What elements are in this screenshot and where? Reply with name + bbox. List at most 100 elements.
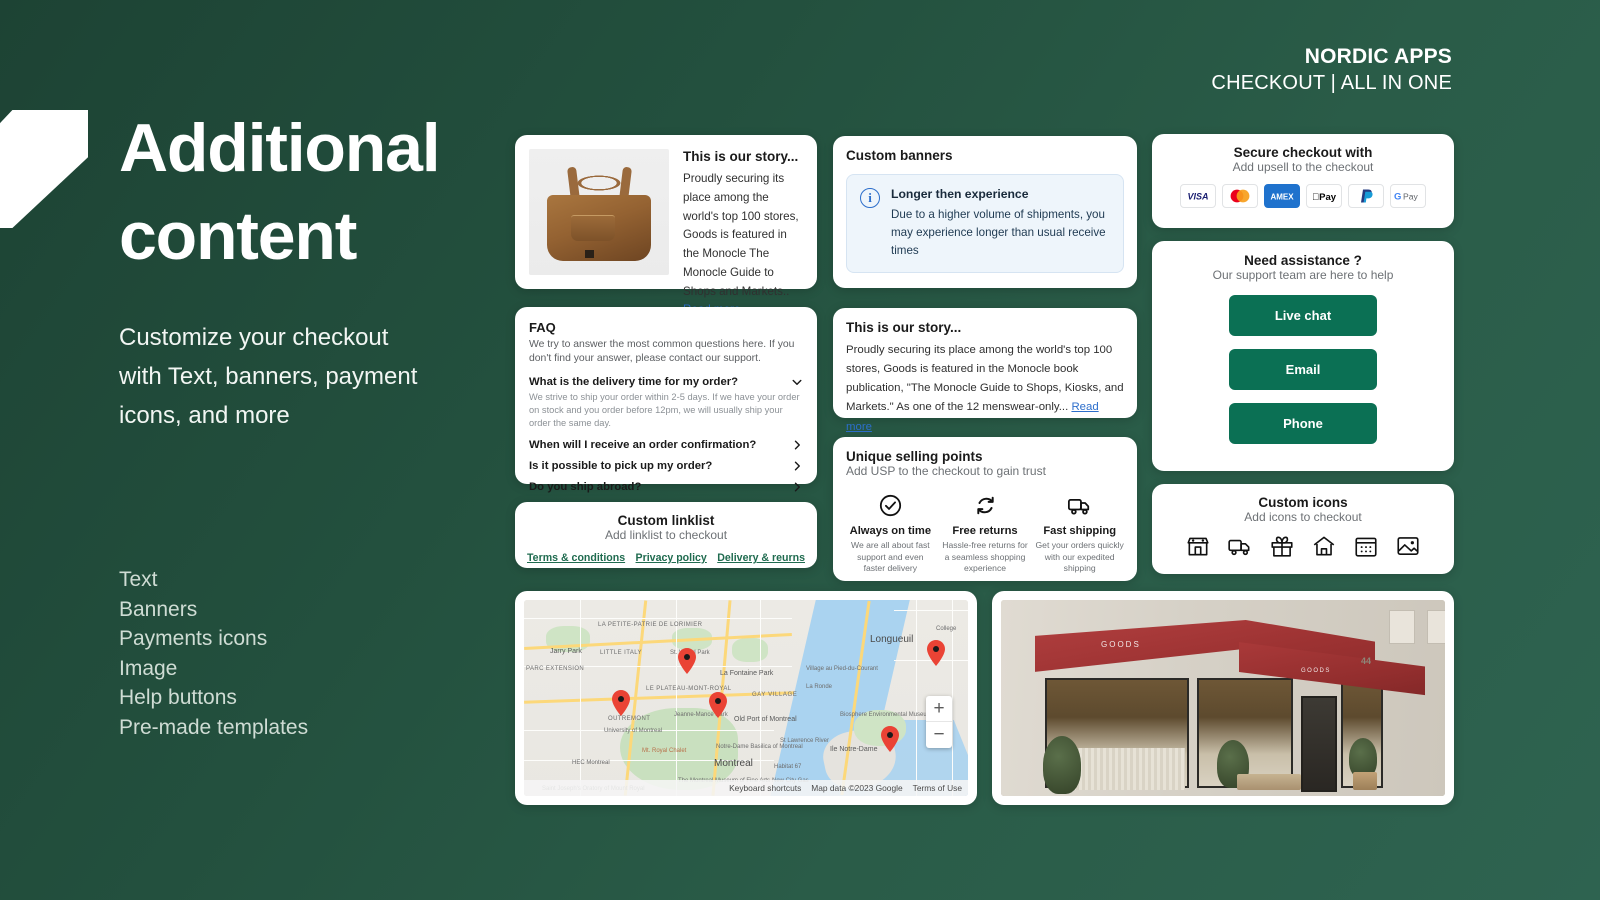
google-pay-icon: G Pay bbox=[1390, 184, 1426, 208]
story-text-body: Proudly securing its place among the wor… bbox=[846, 341, 1124, 437]
payment-title: Secure checkout with bbox=[1233, 145, 1373, 160]
faq-question-2[interactable]: When will I receive an order confirmatio… bbox=[529, 439, 803, 451]
svg-text:VISA: VISA bbox=[1187, 192, 1208, 202]
chevron-right-icon bbox=[791, 460, 803, 472]
visa-icon: VISA bbox=[1180, 184, 1216, 208]
decorative-slash bbox=[0, 110, 88, 228]
amex-icon: AMEX bbox=[1264, 184, 1300, 208]
storefront-card: GOODS GOODS 44 bbox=[992, 591, 1454, 805]
map-zoom-out-button[interactable]: − bbox=[926, 722, 952, 748]
usp-item-desc: Hassle-free returns for a seamless shopp… bbox=[942, 540, 1028, 574]
svg-text:AMEX: AMEX bbox=[1270, 192, 1294, 201]
faq-question-1[interactable]: What is the delivery time for my order? bbox=[529, 376, 803, 388]
feature-item: Text bbox=[119, 568, 158, 591]
link-delivery-returns[interactable]: Delivery & reurns bbox=[717, 552, 805, 564]
feature-item: Banners bbox=[119, 597, 198, 621]
brand-block: NORDIC APPS CHECKOUT | ALL IN ONE bbox=[1211, 44, 1452, 96]
faq-question-label: When will I receive an order confirmatio… bbox=[529, 439, 757, 452]
truck-icon[interactable] bbox=[1227, 533, 1253, 559]
keyboard-shortcuts-link[interactable]: Keyboard shortcuts bbox=[729, 783, 801, 793]
phone-button[interactable]: Phone bbox=[1229, 403, 1377, 444]
linklist-title: Custom linklist bbox=[617, 513, 715, 528]
feature-item: Payments icons bbox=[119, 627, 268, 650]
chevron-down-icon bbox=[791, 376, 803, 388]
story-text-card: This is our story... Proudly securing it… bbox=[833, 308, 1137, 433]
banners-card: Custom banners i Longer then experience … bbox=[833, 136, 1137, 288]
map-pin[interactable] bbox=[612, 690, 630, 716]
hero-subhead: Customize your checkout with Text, banne… bbox=[119, 323, 418, 429]
usp-item-desc: Get your orders quickly with our expedit… bbox=[1035, 540, 1124, 574]
story-title: This is our story... bbox=[683, 149, 799, 164]
chevron-right-icon bbox=[791, 439, 803, 451]
map-pin[interactable] bbox=[927, 640, 945, 666]
banner-heading: Longer then experience bbox=[891, 187, 1029, 201]
story-body-text: Proudly securing its place among the wor… bbox=[683, 172, 799, 298]
chevron-right-icon bbox=[791, 481, 803, 493]
map-viewport[interactable]: LA PETITE-PATRIE DE LORIMIER Jarry Park … bbox=[524, 600, 968, 796]
usp-item-title: Fast shipping bbox=[1043, 525, 1117, 537]
info-icon: i bbox=[860, 188, 880, 208]
feature-list: Text Banners Payments icons Image Help b… bbox=[119, 565, 308, 742]
link-privacy-policy[interactable]: Privacy policy bbox=[636, 552, 707, 564]
storefront-image: GOODS GOODS 44 bbox=[1001, 600, 1445, 796]
faq-answer-1: We strive to ship your order within 2-5 … bbox=[529, 391, 800, 429]
faq-question-3[interactable]: Is it possible to pick up my order? bbox=[529, 460, 803, 472]
linklist-subtitle: Add linklist to checkout bbox=[604, 528, 728, 542]
usp-item-3: Fast shipping Get your orders quickly wi… bbox=[1035, 492, 1124, 575]
info-banner: i Longer then experience Due to a higher… bbox=[846, 174, 1124, 273]
brand-subtitle: CHECKOUT | ALL IN ONE bbox=[1211, 72, 1452, 95]
map-zoom-controls[interactable]: + − bbox=[926, 696, 952, 748]
image-icon[interactable] bbox=[1395, 533, 1421, 559]
store-sign-text-secondary: GOODS bbox=[1301, 668, 1331, 674]
usp-card: Unique selling points Add USP to the che… bbox=[833, 437, 1137, 581]
faq-question-4[interactable]: Do you ship abroad? bbox=[529, 481, 803, 493]
faq-question-label: Do you ship abroad? bbox=[529, 481, 642, 494]
paypal-icon bbox=[1348, 184, 1384, 208]
feature-item: Help buttons bbox=[119, 686, 237, 709]
store-icon[interactable] bbox=[1185, 533, 1211, 559]
svg-text:Pay: Pay bbox=[1403, 192, 1419, 202]
home-icon[interactable] bbox=[1311, 533, 1337, 559]
map-pin[interactable] bbox=[678, 648, 696, 674]
custom-icons-title: Custom icons bbox=[1258, 495, 1348, 510]
faq-card: FAQ We try to answer the most common que… bbox=[515, 307, 817, 493]
assistance-title: Need assistance ? bbox=[1244, 253, 1362, 268]
map-footer: Keyboard shortcuts Map data ©2023 Google… bbox=[524, 780, 968, 796]
usp-item-2: Free returns Hassle-free returns for a s… bbox=[941, 492, 1030, 575]
page-title: Additional content bbox=[119, 110, 441, 275]
usp-title: Unique selling points bbox=[846, 449, 983, 464]
custom-icons-subtitle: Add icons to checkout bbox=[1244, 510, 1362, 524]
truck-icon bbox=[1035, 492, 1124, 518]
live-chat-button[interactable]: Live chat bbox=[1229, 295, 1377, 336]
payment-card: Secure checkout with Add upsell to the c… bbox=[1152, 134, 1454, 228]
faq-title: FAQ bbox=[529, 320, 556, 335]
link-terms-conditions[interactable]: Terms & conditions bbox=[527, 552, 625, 564]
refresh-icon bbox=[941, 492, 1030, 518]
map-data-attribution: Map data ©2023 Google bbox=[811, 783, 903, 793]
map-pin[interactable] bbox=[709, 692, 727, 718]
feature-item: Image bbox=[119, 656, 178, 680]
assistance-card: Need assistance ? Our support team are h… bbox=[1152, 241, 1454, 471]
banners-title: Custom banners bbox=[846, 148, 953, 163]
calendar-icon[interactable] bbox=[1353, 533, 1379, 559]
story-image-card: This is our story... Proudly securing it… bbox=[515, 135, 817, 316]
house-number: 44 bbox=[1360, 656, 1371, 666]
map-pin[interactable] bbox=[881, 726, 899, 752]
svg-text:G: G bbox=[1394, 192, 1401, 202]
gift-icon[interactable] bbox=[1269, 533, 1295, 559]
story-text-title: This is our story... bbox=[846, 320, 962, 335]
hero-copy: Additional content Customize your checko… bbox=[119, 104, 499, 435]
map-zoom-in-button[interactable]: + bbox=[926, 696, 952, 722]
email-button[interactable]: Email bbox=[1229, 349, 1377, 390]
usp-item-1: Always on time We are all about fast sup… bbox=[846, 492, 935, 575]
assistance-subtitle: Our support team are here to help bbox=[1212, 268, 1394, 282]
custom-icons-card: Custom icons Add icons to checkout bbox=[1152, 484, 1454, 574]
story-body: Proudly securing its place among the wor… bbox=[683, 170, 803, 320]
map-card[interactable]: LA PETITE-PATRIE DE LORIMIER Jarry Park … bbox=[515, 591, 977, 805]
usp-item-title: Free returns bbox=[952, 525, 1018, 537]
faq-question-label: Is it possible to pick up my order? bbox=[529, 460, 713, 473]
usp-subtitle: Add USP to the checkout to gain trust bbox=[846, 464, 1046, 478]
check-circle-icon bbox=[846, 492, 935, 518]
terms-of-use-link[interactable]: Terms of Use bbox=[913, 783, 962, 793]
payment-subtitle: Add upsell to the checkout bbox=[1232, 160, 1374, 174]
